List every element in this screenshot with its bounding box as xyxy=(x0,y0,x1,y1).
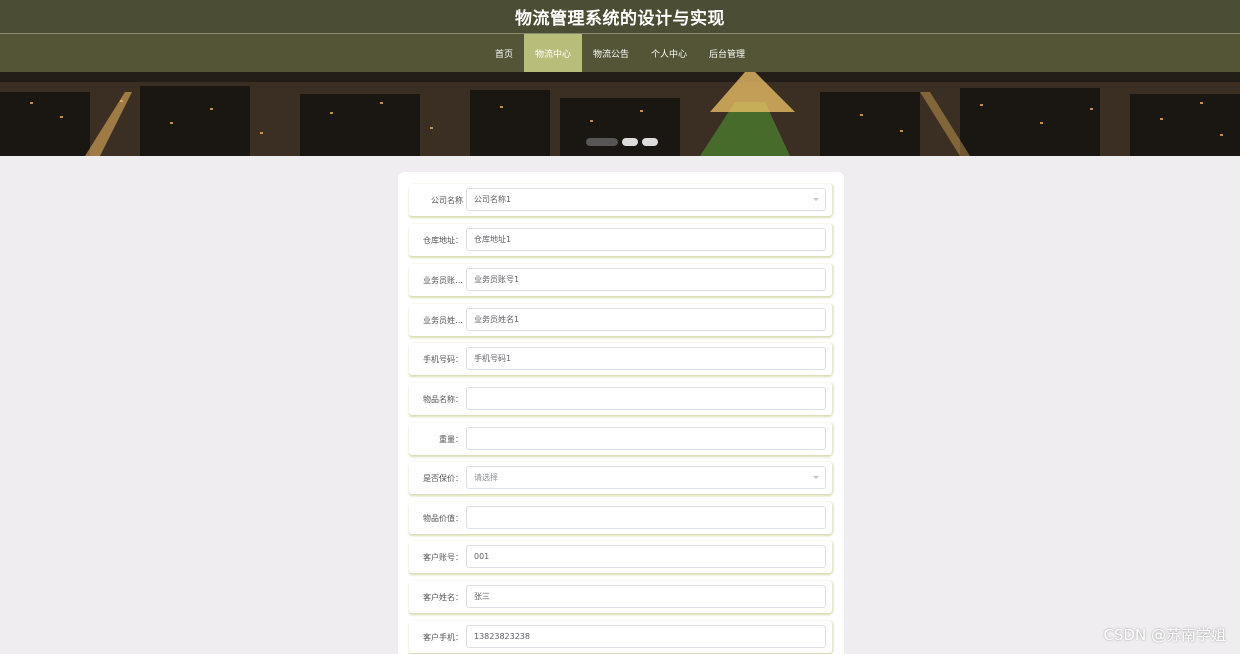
form-row-company: 公司名称 公司名称1 xyxy=(409,184,832,216)
form-label: 公司名称 xyxy=(431,195,463,205)
form-label: 手机号码： xyxy=(423,354,463,364)
form-row-insured: 是否保价： 请选择 xyxy=(409,462,832,494)
form-panel: 公司名称 公司名称1 仓库地址： 仓库地址1 业务员账… 业务员账号1 业务员姓… xyxy=(398,172,844,654)
form-label: 是否保价： xyxy=(423,473,463,483)
form-label: 物品价值： xyxy=(423,513,463,523)
form-label: 业务员姓… xyxy=(423,315,463,325)
form-row-warehouse-address: 仓库地址： 仓库地址1 xyxy=(409,224,832,256)
item-name-input[interactable] xyxy=(466,387,826,410)
select-placeholder: 请选择 xyxy=(474,473,498,482)
title-bar: 物流管理系统的设计与实现 xyxy=(0,0,1240,34)
nav-item-personal-center[interactable]: 个人中心 xyxy=(640,34,698,72)
form-row-customer-phone: 客户手机： 13823823238 xyxy=(409,621,832,653)
nav-item-home[interactable]: 首页 xyxy=(484,34,524,72)
nav-item-logistics-center[interactable]: 物流中心 xyxy=(523,34,582,72)
watermark: CSDN @苏南学姐 xyxy=(1103,626,1226,644)
form-label: 客户姓名： xyxy=(423,592,463,602)
form-label: 客户账号： xyxy=(423,552,463,562)
form-row-item-name: 物品名称： xyxy=(409,383,832,415)
carousel-dot-2[interactable] xyxy=(622,138,638,146)
nav-item-admin[interactable]: 后台管理 xyxy=(698,34,756,72)
item-value-input[interactable] xyxy=(466,506,826,529)
customer-phone-input[interactable]: 13823823238 xyxy=(466,625,826,648)
phone-input[interactable]: 手机号码1 xyxy=(466,347,826,370)
chevron-down-icon xyxy=(813,476,819,479)
form-row-salesperson-account: 业务员账… 业务员账号1 xyxy=(409,264,832,296)
company-select[interactable]: 公司名称1 xyxy=(466,188,826,211)
form-label: 物品名称： xyxy=(423,394,463,404)
customer-name-input[interactable]: 张三 xyxy=(466,585,826,608)
salesperson-account-input[interactable]: 业务员账号1 xyxy=(466,268,826,291)
weight-input[interactable] xyxy=(466,427,826,450)
form-label: 仓库地址： xyxy=(423,235,463,245)
form-label: 客户手机： xyxy=(423,632,463,642)
carousel-dot-1[interactable] xyxy=(586,138,618,146)
nav-item-announcements[interactable]: 物流公告 xyxy=(582,34,640,72)
main-nav: 首页 物流中心 物流公告 个人中心 后台管理 xyxy=(0,34,1240,72)
form-label: 业务员账… xyxy=(423,275,463,285)
carousel-indicators xyxy=(586,138,658,146)
form-row-phone: 手机号码： 手机号码1 xyxy=(409,343,832,375)
chevron-down-icon xyxy=(813,198,819,201)
carousel-dot-3[interactable] xyxy=(642,138,658,146)
form-row-customer-account: 客户账号： 001 xyxy=(409,541,832,573)
form-label: 重量： xyxy=(439,434,463,444)
form-row-weight: 重量： xyxy=(409,423,832,455)
page-title: 物流管理系统的设计与实现 xyxy=(515,9,725,29)
form-row-salesperson-name: 业务员姓… 业务员姓名1 xyxy=(409,304,832,336)
form-row-customer-name: 客户姓名： 张三 xyxy=(409,581,832,613)
form-row-item-value: 物品价值： xyxy=(409,502,832,534)
salesperson-name-input[interactable]: 业务员姓名1 xyxy=(466,308,826,331)
insured-select[interactable]: 请选择 xyxy=(466,466,826,489)
customer-account-input[interactable]: 001 xyxy=(466,545,826,568)
warehouse-address-input[interactable]: 仓库地址1 xyxy=(466,228,826,251)
select-value: 公司名称1 xyxy=(474,195,512,204)
